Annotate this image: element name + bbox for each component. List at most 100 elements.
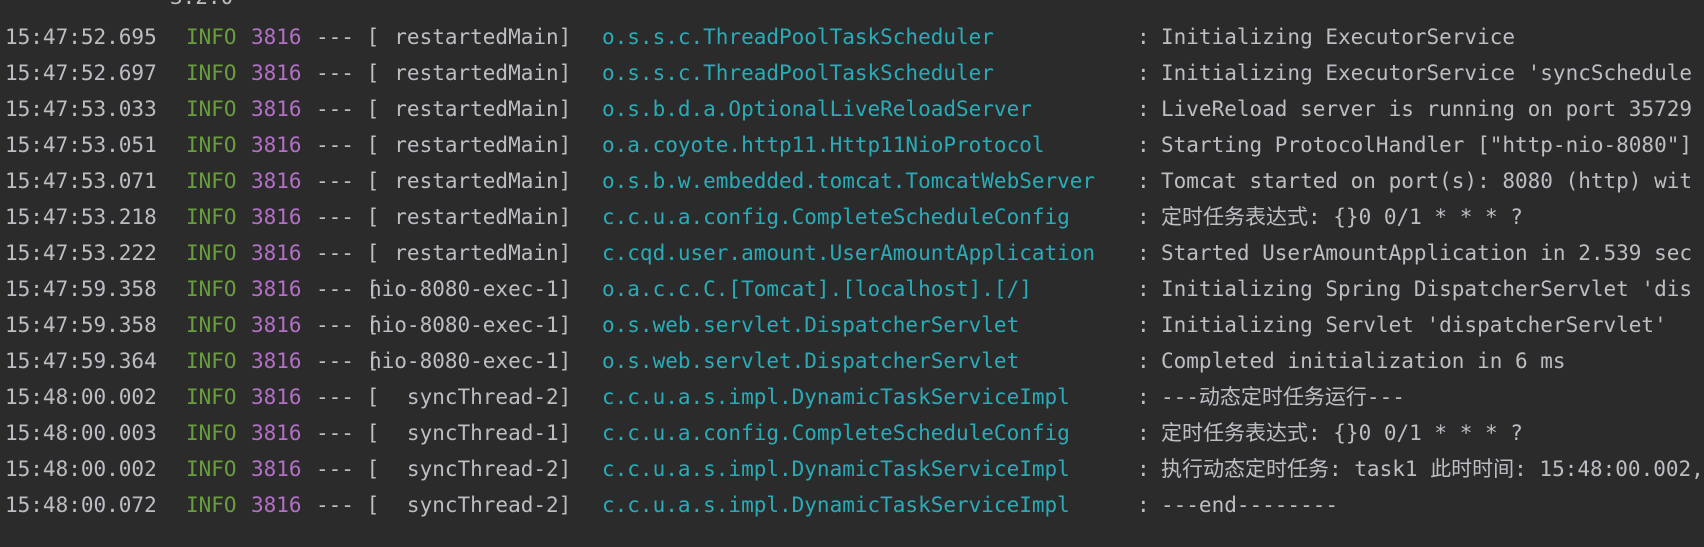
log-thread: syncThread-2]: [369, 385, 572, 409]
log-timestamp: 15:47:59.358: [5, 313, 157, 337]
log-thread: restartedMain]: [369, 97, 572, 121]
log-pid: 3816: [251, 421, 302, 445]
log-message: ---end--------: [1161, 493, 1339, 517]
log-thread: restartedMain]: [369, 61, 572, 85]
log-timestamp: 15:47:53.033: [5, 97, 157, 121]
log-colon: :: [1137, 313, 1150, 337]
log-timestamp: 15:47:53.051: [5, 133, 157, 157]
log-message: ---动态定时任务运行---: [1161, 385, 1405, 409]
log-colon: :: [1137, 277, 1150, 301]
log-pid: 3816: [251, 205, 302, 229]
log-level: INFO: [186, 349, 237, 373]
log-pid: 3816: [251, 169, 302, 193]
log-thread: syncThread-1]: [369, 421, 572, 445]
log-logger: o.a.c.c.C.[Tomcat].[localhost].[/]: [602, 277, 1032, 301]
log-logger: c.c.u.a.config.CompleteScheduleConfig: [602, 421, 1070, 445]
log-logger: c.c.u.a.config.CompleteScheduleConfig: [602, 205, 1070, 229]
log-timestamp: 15:47:53.071: [5, 169, 157, 193]
log-colon: :: [1137, 493, 1150, 517]
log-colon: :: [1137, 97, 1150, 121]
log-thread: nio-8080-exec-1]: [369, 349, 572, 373]
log-pid: 3816: [251, 385, 302, 409]
log-timestamp: 15:47:53.218: [5, 205, 157, 229]
log-pid: 3816: [251, 277, 302, 301]
log-timestamp: 15:48:00.002: [5, 385, 157, 409]
log-colon: :: [1137, 25, 1150, 49]
log-level: INFO: [186, 421, 237, 445]
console-output[interactable]: 3.2.0 15:47:52.695INFO3816--- [ restarte…: [0, 0, 1704, 547]
log-message: 执行动态定时任务: task1 此时时间: 15:48:00.002,: [1161, 457, 1704, 481]
log-timestamp: 15:47:52.695: [5, 25, 157, 49]
log-colon: :: [1137, 385, 1150, 409]
log-timestamp: 15:47:53.222: [5, 241, 157, 265]
log-logger: c.c.u.a.s.impl.DynamicTaskServiceImpl: [602, 385, 1070, 409]
log-pid: 3816: [251, 25, 302, 49]
log-level: INFO: [186, 205, 237, 229]
log-colon: :: [1137, 61, 1150, 85]
log-level: INFO: [186, 241, 237, 265]
log-timestamp: 15:48:00.003: [5, 421, 157, 445]
log-logger: o.s.web.servlet.DispatcherServlet: [602, 349, 1020, 373]
log-message: Initializing Spring DispatcherServlet 'd…: [1161, 277, 1693, 301]
log-level: INFO: [186, 61, 237, 85]
log-colon: :: [1137, 457, 1150, 481]
log-logger: o.s.web.servlet.DispatcherServlet: [602, 313, 1020, 337]
log-level: INFO: [186, 385, 237, 409]
log-message: 定时任务表达式: {}0 0/1 * * * ?: [1161, 421, 1523, 445]
log-thread: restartedMain]: [369, 169, 572, 193]
log-message: Starting ProtocolHandler ["http-nio-8080…: [1161, 133, 1693, 157]
log-logger: o.s.b.d.a.OptionalLiveReloadServer: [602, 97, 1032, 121]
log-logger: o.s.s.c.ThreadPoolTaskScheduler: [602, 25, 994, 49]
log-thread: restartedMain]: [369, 25, 572, 49]
log-level: INFO: [186, 277, 237, 301]
log-colon: :: [1137, 169, 1150, 193]
log-level: INFO: [186, 313, 237, 337]
log-thread: restartedMain]: [369, 133, 572, 157]
log-thread: nio-8080-exec-1]: [369, 277, 572, 301]
log-message: Completed initialization in 6 ms: [1161, 349, 1566, 373]
log-thread: restartedMain]: [369, 241, 572, 265]
log-colon: :: [1137, 349, 1150, 373]
log-message: LiveReload server is running on port 357…: [1161, 97, 1693, 121]
log-level: INFO: [186, 25, 237, 49]
log-colon: :: [1137, 421, 1150, 445]
log-colon: :: [1137, 205, 1150, 229]
log-pid: 3816: [251, 313, 302, 337]
log-pid: 3816: [251, 61, 302, 85]
log-timestamp: 15:48:00.072: [5, 493, 157, 517]
log-logger: o.s.s.c.ThreadPoolTaskScheduler: [602, 61, 994, 85]
log-pid: 3816: [251, 241, 302, 265]
log-logger: c.cqd.user.amount.UserAmountApplication: [602, 241, 1096, 265]
log-timestamp: 15:47:59.364: [5, 349, 157, 373]
log-level: INFO: [186, 457, 237, 481]
log-level: INFO: [186, 493, 237, 517]
log-message: Initializing ExecutorService 'syncSchedu…: [1161, 61, 1693, 85]
log-level: INFO: [186, 97, 237, 121]
log-timestamp: 15:48:00.002: [5, 457, 157, 481]
log-message: 定时任务表达式: {}0 0/1 * * * ?: [1161, 205, 1523, 229]
log-message: Initializing ExecutorService: [1161, 25, 1516, 49]
log-pid: 3816: [251, 493, 302, 517]
log-pid: 3816: [251, 349, 302, 373]
log-message: Initializing Servlet 'dispatcherServlet': [1161, 313, 1667, 337]
log-thread: restartedMain]: [369, 205, 572, 229]
log-message: Started UserAmountApplication in 2.539 s…: [1161, 241, 1693, 265]
log-pid: 3816: [251, 97, 302, 121]
log-thread: syncThread-2]: [369, 457, 572, 481]
log-level: INFO: [186, 169, 237, 193]
log-logger: c.c.u.a.s.impl.DynamicTaskServiceImpl: [602, 493, 1070, 517]
log-logger: c.c.u.a.s.impl.DynamicTaskServiceImpl: [602, 457, 1070, 481]
log-logger: o.a.coyote.http11.Http11NioProtocol: [602, 133, 1045, 157]
log-timestamp: 15:47:59.358: [5, 277, 157, 301]
log-level: INFO: [186, 133, 237, 157]
log-pid: 3816: [251, 457, 302, 481]
log-message: Tomcat started on port(s): 8080 (http) w…: [1161, 169, 1693, 193]
log-thread: nio-8080-exec-1]: [369, 313, 572, 337]
log-pid: 3816: [251, 133, 302, 157]
log-colon: :: [1137, 241, 1150, 265]
log-thread: syncThread-2]: [369, 493, 572, 517]
partial-top-line: 3.2.0: [170, 0, 233, 8]
log-logger: o.s.b.w.embedded.tomcat.TomcatWebServer: [602, 169, 1096, 193]
log-colon: :: [1137, 133, 1150, 157]
log-timestamp: 15:47:52.697: [5, 61, 157, 85]
